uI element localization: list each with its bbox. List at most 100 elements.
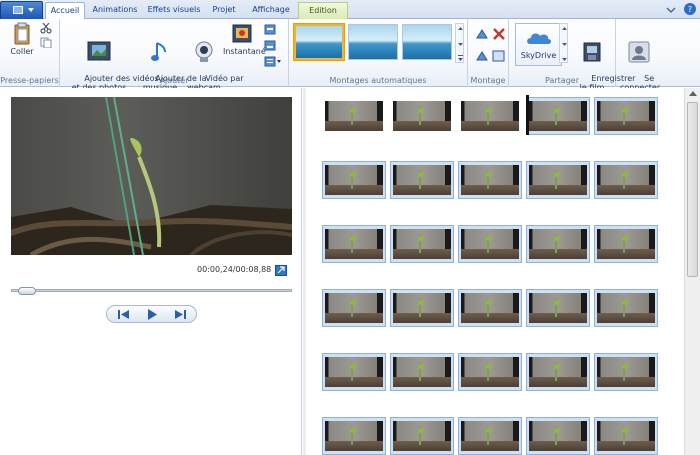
share-gallery-scroll[interactable] — [559, 23, 568, 63]
group-signin: Se connecter — [616, 19, 660, 92]
storyboard-clip[interactable] — [390, 417, 454, 455]
clip-thumbnail — [529, 101, 587, 131]
preview-frame-image — [11, 97, 292, 255]
storyboard — [306, 88, 684, 455]
storyboard-clip[interactable] — [322, 225, 386, 263]
storyboard-clip[interactable] — [322, 353, 386, 391]
storyboard-clip[interactable] — [390, 97, 454, 135]
tab-affichage[interactable]: Affichage — [246, 2, 296, 19]
storyboard-clip[interactable] — [458, 289, 522, 327]
clipboard-group-label: Presse-papiers — [0, 76, 59, 85]
tab-effets-visuels[interactable]: Effets visuels — [144, 2, 204, 19]
storyboard-clip[interactable] — [458, 97, 522, 135]
storyboard-clip[interactable] — [390, 289, 454, 327]
clip-thumbnail — [529, 421, 587, 451]
automovie-theme-1[interactable] — [293, 23, 345, 61]
storyboard-clip[interactable] — [458, 225, 522, 263]
storyboard-clip[interactable] — [594, 161, 658, 199]
storyboard-clip[interactable] — [458, 161, 522, 199]
share-group-label: Partager — [545, 76, 579, 85]
storyboard-clip[interactable] — [526, 353, 590, 391]
storyboard-clip[interactable] — [594, 225, 658, 263]
caption-icon[interactable] — [264, 40, 276, 51]
storyboard-clip[interactable] — [322, 97, 386, 135]
editing-group-label: Montage — [470, 76, 506, 85]
next-frame-icon[interactable] — [173, 309, 187, 320]
scroll-up-icon[interactable] — [689, 91, 697, 96]
group-share: SkyDrive Enregistrer le film Partager — [509, 19, 635, 92]
plant-leaf — [621, 107, 628, 113]
storyboard-clip[interactable] — [526, 289, 590, 327]
cut-icon[interactable] — [40, 22, 52, 34]
storyboard-clip[interactable] — [322, 161, 386, 199]
clip-thumbnail — [393, 421, 451, 451]
play-icon[interactable] — [145, 309, 159, 320]
minimize-ribbon-icon[interactable] — [661, 0, 681, 19]
plant-leaf — [349, 427, 356, 433]
timecode: 00:00,24/00:08,88 — [197, 265, 272, 274]
paste-button[interactable]: Coller — [8, 22, 36, 56]
snapshot-button[interactable]: Instantané — [223, 22, 266, 56]
clip-thumbnail — [529, 293, 587, 323]
credits-icon[interactable] — [264, 56, 282, 67]
rotate-right-icon[interactable] — [475, 50, 489, 61]
title-icon[interactable] — [264, 24, 276, 35]
storyboard-clip[interactable] — [458, 353, 522, 391]
clip-thumbnail — [461, 165, 519, 195]
tab-animations[interactable]: Animations — [88, 2, 142, 19]
plant-leaf — [485, 235, 492, 241]
video-preview[interactable] — [11, 97, 292, 255]
storyboard-clip[interactable] — [322, 417, 386, 455]
copy-icon[interactable] — [40, 37, 52, 49]
storyboard-clip[interactable] — [594, 289, 658, 327]
plant-leaf — [621, 427, 628, 433]
application-menu-button[interactable] — [0, 1, 43, 19]
storyboard-clip[interactable] — [526, 161, 590, 199]
webcam-icon — [195, 41, 213, 62]
scroll-thumb[interactable] — [687, 102, 698, 277]
clip-thumbnail — [393, 101, 451, 131]
storyboard-clip[interactable] — [390, 353, 454, 391]
plant-leaf — [553, 235, 560, 241]
clip-thumbnail — [597, 421, 655, 451]
automovie-theme-2[interactable] — [348, 24, 398, 60]
clip-thumbnail — [597, 357, 655, 387]
storyboard-clip[interactable] — [526, 97, 590, 135]
clip-thumbnail — [393, 357, 451, 387]
storyboard-clip[interactable] — [526, 417, 590, 455]
storyboard-clip[interactable] — [390, 225, 454, 263]
add-group-label: Ajouter — [159, 76, 189, 85]
seek-thumb[interactable] — [18, 287, 37, 295]
gallery-scroll-buttons[interactable] — [455, 23, 464, 63]
clip-thumbnail — [325, 101, 383, 131]
preview-pane: 00:00,24/00:08,88 — [0, 88, 302, 455]
seek-bar[interactable] — [11, 289, 292, 292]
transport-controls — [106, 305, 197, 323]
help-icon[interactable]: ? — [681, 0, 700, 19]
rotate-left-icon[interactable] — [475, 28, 489, 39]
storyboard-clip[interactable] — [594, 97, 658, 135]
remove-icon[interactable] — [492, 28, 506, 40]
storyboard-clip[interactable] — [594, 417, 658, 455]
clip-thumbnail — [461, 229, 519, 259]
automovie-theme-3[interactable] — [402, 24, 452, 60]
plant-leaf — [621, 363, 628, 369]
storyboard-clip[interactable] — [458, 417, 522, 455]
tab-projet[interactable]: Projet — [206, 2, 242, 19]
skydrive-button[interactable]: SkyDrive — [515, 23, 562, 66]
select-all-icon[interactable] — [492, 50, 506, 62]
storyboard-clip[interactable] — [390, 161, 454, 199]
ribbon-tab-bar: Accueil Animations Effets visuels Projet… — [0, 0, 700, 20]
storyboard-clip[interactable] — [322, 289, 386, 327]
previous-frame-icon[interactable] — [117, 309, 131, 320]
storyboard-clip[interactable] — [526, 225, 590, 263]
storyboard-clip[interactable] — [594, 353, 658, 391]
playhead[interactable] — [526, 95, 529, 135]
storyboard-scrollbar[interactable] — [684, 88, 700, 455]
tab-accueil[interactable]: Accueil — [45, 2, 85, 20]
tab-edition[interactable]: Edition — [298, 2, 348, 19]
clip-thumbnail — [461, 293, 519, 323]
plant-leaf — [417, 299, 424, 305]
plant-leaf — [485, 299, 492, 305]
fullscreen-icon[interactable] — [275, 265, 287, 276]
